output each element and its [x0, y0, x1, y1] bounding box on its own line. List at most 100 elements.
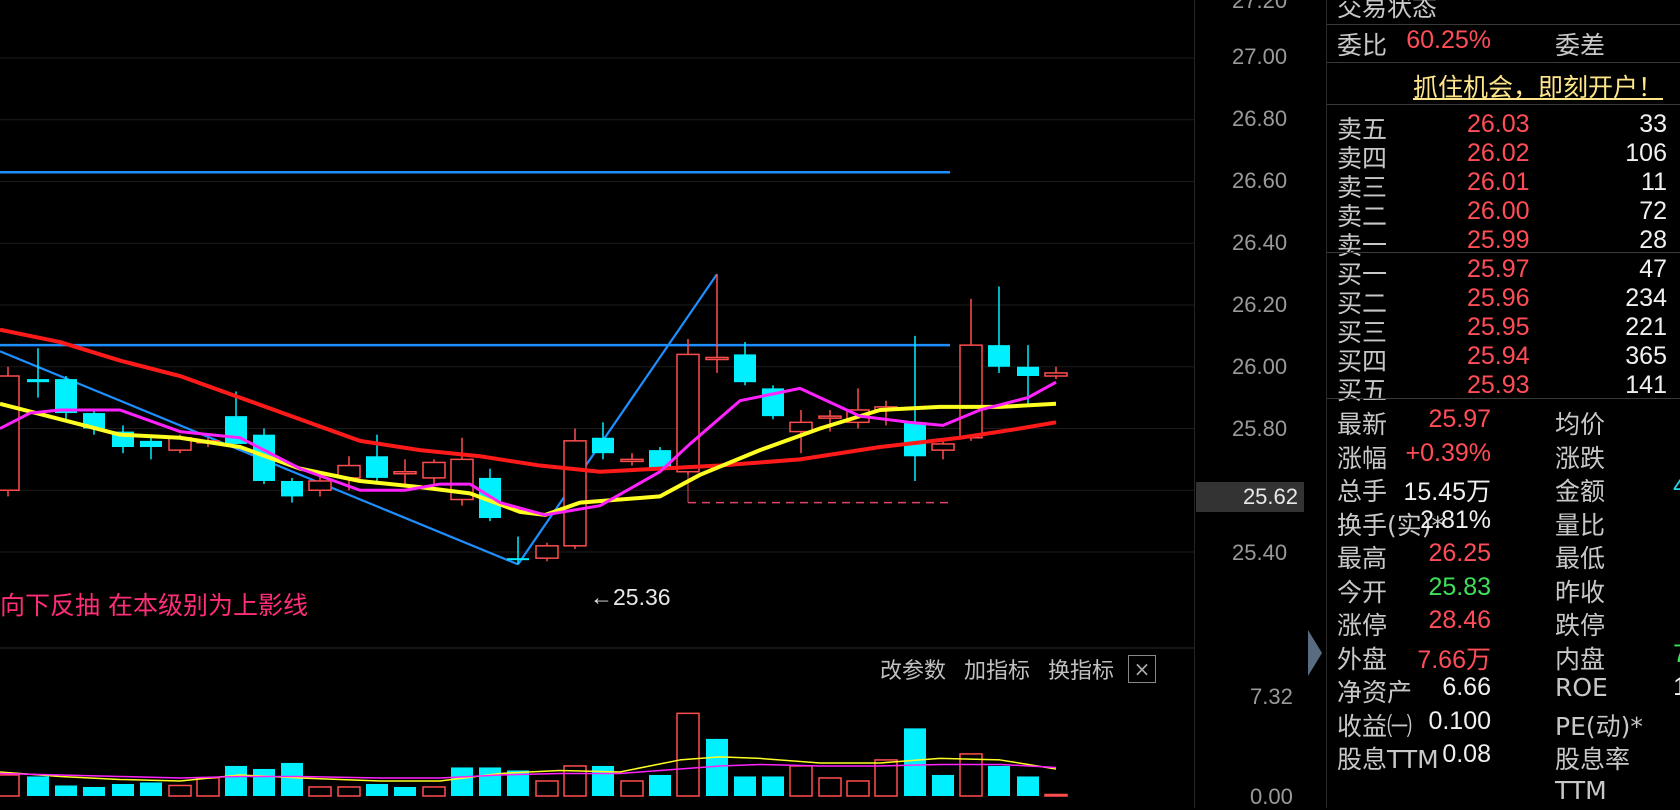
stat-row: 涨幅 +0.39% 涨跌: [1327, 439, 1680, 473]
stat-label: 最高: [1337, 544, 1388, 573]
volume-bar-down: [904, 728, 926, 796]
sell-qty: 33: [1639, 110, 1667, 138]
stat-label: 净资产: [1337, 678, 1413, 707]
weibi-row: 委比 60.25% 委差: [1327, 26, 1680, 60]
volume-bar-up: [0, 774, 20, 797]
candle-body-up: [705, 356, 729, 361]
stat-value: 0.08: [1442, 740, 1491, 768]
sell-row[interactable]: 卖四 26.02 106: [1327, 139, 1680, 173]
buy-row[interactable]: 买三 25.95 221: [1327, 313, 1680, 347]
volume-bar-up: [337, 786, 361, 797]
sell-row[interactable]: 卖五 26.03 33: [1327, 110, 1680, 144]
candle-body-up: [789, 421, 813, 433]
sell-price: 25.99: [1467, 226, 1530, 254]
stat-row: 总手 15.45万 金额 4: [1327, 472, 1680, 506]
modify-params-button[interactable]: 改参数: [880, 653, 946, 685]
candle-body-down: [366, 456, 388, 478]
volume-bar-down: [394, 786, 416, 796]
trade-status-row: 交易状态: [1327, 0, 1680, 22]
candle-body-down: [1017, 366, 1039, 377]
stat-label-2: 量比: [1555, 510, 1606, 540]
candle-body-up: [535, 545, 559, 559]
weicha-label: 委差: [1555, 31, 1606, 60]
stat-label: 收益㈠: [1337, 711, 1413, 741]
candle-body-down: [55, 379, 77, 414]
volume-bar-down: [479, 767, 501, 796]
sell-price: 26.00: [1467, 197, 1530, 225]
stat-label-2: 股息率TTM: [1555, 745, 1631, 805]
stat-row: 换手(实)* 2.81% 量比: [1327, 506, 1680, 540]
buy-price: 25.93: [1467, 371, 1530, 399]
candle-body-up: [818, 415, 842, 419]
volume-bar-up: [818, 777, 842, 797]
weibi-value: 60.25%: [1406, 26, 1491, 54]
stat-row: 收益㈠0.100PE(动)*(: [1327, 707, 1680, 741]
stat-row: 股息TTM 0.08 股息率TTM: [1327, 740, 1680, 805]
volume-bar-up: [422, 786, 446, 797]
candle-body-down: [507, 558, 529, 561]
candle-body-up: [931, 443, 955, 451]
stat-value: 28.46: [1428, 606, 1491, 634]
change-indicator-button[interactable]: 换指标: [1048, 653, 1114, 685]
stat-value-2: 4: [1673, 472, 1680, 501]
stat-row: 最高 26.25 最低: [1327, 539, 1680, 573]
close-indicator-icon[interactable]: ×: [1128, 655, 1157, 683]
sell-price: 26.03: [1467, 110, 1530, 138]
volume-bar-down: [140, 782, 162, 796]
price-tick-top: 27.20: [1232, 0, 1288, 13]
buy-row[interactable]: 买一 25.97 47: [1327, 255, 1680, 289]
stat-value: 6.66: [1442, 673, 1491, 701]
stat-label-2: 跌停: [1555, 611, 1606, 640]
sell-row[interactable]: 卖二 26.00 72: [1327, 197, 1680, 231]
open-account-link[interactable]: 抓住机会，即刻开户！: [1413, 68, 1663, 104]
stat-label: 今开: [1337, 577, 1388, 607]
panel-collapse-arrow-icon[interactable]: [1308, 630, 1322, 676]
volume-bar-up: [308, 786, 332, 797]
volume-bar-down: [649, 774, 671, 796]
candle-body-up: [563, 440, 587, 547]
candle-body-down: [281, 480, 303, 497]
sell-row[interactable]: 卖三 26.01 11: [1327, 168, 1680, 202]
price-tick: 26.60: [1232, 168, 1288, 193]
candle-body-down: [140, 440, 162, 448]
buy-qty: 365: [1625, 342, 1667, 370]
volume-bar-down: [253, 768, 275, 796]
buy-row[interactable]: 买四 25.94 365: [1327, 342, 1680, 376]
volume-bar-up: [959, 753, 983, 797]
divider: [1327, 252, 1680, 253]
candle-body-down: [734, 354, 756, 383]
kline-chart-svg[interactable]: [0, 0, 1194, 808]
stat-row: 净资产 6.66 ROE 1: [1327, 673, 1680, 707]
stat-value-2: 7: [1673, 640, 1680, 669]
buy-qty: 141: [1625, 371, 1667, 399]
sell-price: 26.02: [1467, 139, 1530, 167]
volume-bar-up: [846, 780, 870, 797]
volume-bar-up: [535, 780, 559, 797]
volume-bar-down: [988, 765, 1010, 796]
stat-value: +0.39%: [1405, 438, 1492, 467]
buy-qty: 234: [1625, 284, 1667, 312]
buy-qty: 221: [1625, 313, 1667, 341]
buy-row[interactable]: 买二 25.96 234: [1327, 284, 1680, 318]
indicator-toolbar: 改参数 加指标 换指标 ×: [880, 652, 1157, 686]
candle-body-up: [422, 461, 446, 479]
volume-bar-down: [932, 774, 954, 796]
candle-body-up: [959, 344, 983, 439]
divider: [1327, 62, 1680, 63]
kline-chart-area[interactable]: [0, 0, 1194, 808]
stat-value-2: 1: [1673, 673, 1680, 702]
sell-qty: 72: [1639, 197, 1667, 225]
volume-bar-up: [1044, 793, 1068, 797]
stat-row: 涨停 28.46 跌停: [1327, 606, 1680, 640]
add-indicator-button[interactable]: 加指标: [964, 653, 1030, 685]
volume-bar-down: [225, 765, 247, 796]
stat-value: 15.45万: [1403, 478, 1491, 506]
stat-label-2: PE(动)*: [1555, 711, 1643, 741]
stat-value: 25.97: [1428, 405, 1491, 433]
buy-row[interactable]: 买五 25.93 141: [1327, 371, 1680, 405]
stat-value: 25.83: [1428, 572, 1491, 601]
sell-qty: 106: [1625, 139, 1667, 167]
divider: [1327, 24, 1680, 25]
candle-body-up: [620, 458, 644, 463]
candle-body-up: [393, 470, 417, 475]
